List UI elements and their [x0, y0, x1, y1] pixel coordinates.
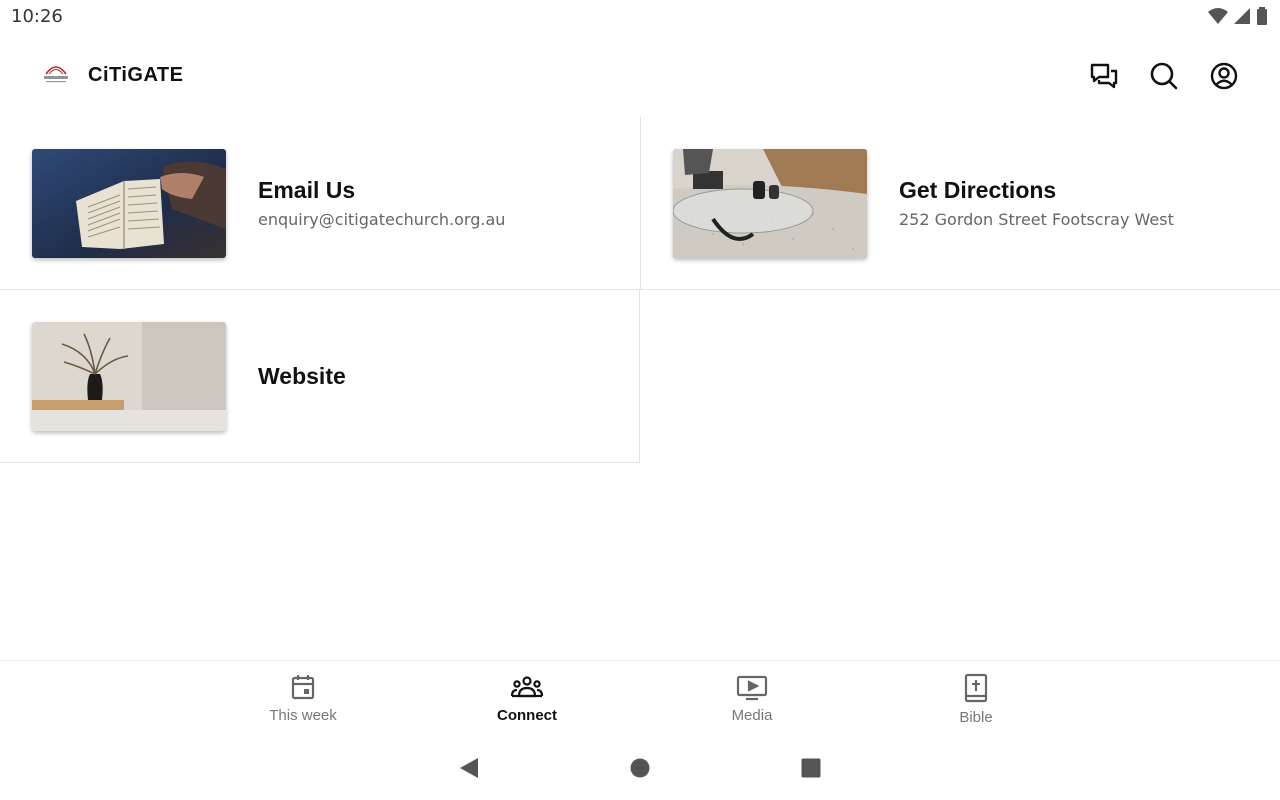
card-email-us[interactable]: Email Us enquiry@citigatechurch.org.au: [0, 117, 640, 290]
citigate-logo: [40, 62, 72, 86]
nav-this-week[interactable]: This week: [243, 673, 363, 724]
home-icon: [630, 758, 650, 778]
status-time: 10:26: [11, 6, 63, 27]
recents-button[interactable]: [800, 756, 822, 785]
home-button[interactable]: [629, 756, 651, 785]
card-get-directions[interactable]: Get Directions 252 Gordon Street Footscr…: [640, 117, 1280, 290]
status-icons: [1208, 7, 1268, 25]
nav-connect[interactable]: Connect: [467, 673, 587, 724]
card-title: Email Us: [258, 177, 356, 203]
card-website[interactable]: Website: [0, 290, 640, 463]
nav-label: Media: [731, 707, 773, 724]
nav-label: This week: [269, 707, 337, 724]
video-icon: [736, 675, 768, 701]
card-subtitle: enquiry@citigatechurch.org.au: [258, 210, 506, 229]
card-get-directions-text: Get Directions 252 Gordon Street Footscr…: [899, 177, 1174, 229]
nav-media[interactable]: Media: [692, 673, 812, 724]
back-icon: [460, 758, 478, 778]
wifi-icon: [1208, 8, 1228, 24]
nav-label: Connect: [497, 707, 557, 724]
vase-photo: [32, 322, 226, 431]
bottom-navigation: This week Connect Media Bible: [0, 660, 1280, 740]
search-button[interactable]: [1148, 60, 1180, 92]
people-icon: [510, 676, 544, 698]
card-title: Website: [258, 362, 346, 389]
status-bar: 10:26: [0, 0, 1280, 34]
signal-icon: [1234, 8, 1250, 24]
battery-icon: [1257, 7, 1267, 25]
card-email-us-text: Email Us enquiry@citigatechurch.org.au: [258, 177, 505, 229]
app-title: CiTiGATE: [88, 64, 184, 86]
calendar-icon: [291, 675, 315, 700]
app-bar-actions: [1088, 60, 1240, 92]
back-button[interactable]: [458, 756, 480, 785]
nav-bible[interactable]: Bible: [916, 673, 1036, 726]
messages-button[interactable]: [1088, 60, 1120, 92]
system-navigation-bar: [0, 740, 1280, 800]
card-website-text: Website: [258, 363, 346, 390]
search-icon: [1150, 62, 1178, 90]
card-subtitle: 252 Gordon Street Footscray West: [899, 210, 1174, 229]
chat-icon: [1090, 63, 1118, 89]
account-icon: [1210, 62, 1238, 90]
bible-photo: [32, 149, 226, 258]
nav-label: Bible: [959, 709, 993, 726]
recents-icon: [801, 758, 821, 778]
app-bar: CiTiGATE: [0, 40, 1280, 112]
bible-icon: [964, 673, 988, 703]
account-button[interactable]: [1208, 60, 1240, 92]
card-title: Get Directions: [899, 177, 1057, 203]
living-room-photo: [673, 149, 867, 258]
